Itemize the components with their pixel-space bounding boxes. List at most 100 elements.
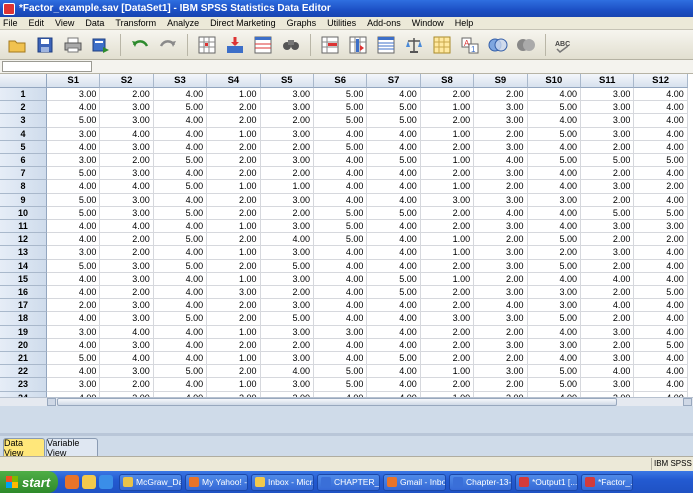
row-header[interactable]: 2 (0, 101, 47, 115)
data-cell[interactable]: 5.00 (47, 352, 101, 366)
data-cell[interactable]: 4.00 (314, 272, 368, 286)
data-cell[interactable]: 5.00 (367, 206, 421, 220)
row-header[interactable]: 6 (0, 154, 47, 168)
data-cell[interactable]: 4.00 (153, 246, 208, 260)
taskbar-button[interactable]: Gmail - Inbo... (383, 473, 446, 491)
data-cell[interactable]: 2.00 (581, 193, 635, 207)
row-header[interactable]: 10 (0, 206, 47, 220)
data-cell[interactable]: 3.00 (581, 246, 635, 260)
data-cell[interactable]: 4.00 (367, 325, 421, 339)
data-cell[interactable]: 3.00 (474, 114, 528, 128)
data-cell[interactable]: 5.00 (367, 154, 421, 168)
row-header[interactable]: 13 (0, 246, 47, 260)
data-cell[interactable]: 4.00 (153, 272, 208, 286)
data-cell[interactable]: 4.00 (367, 88, 421, 102)
menu-utilities[interactable]: Utilities (327, 18, 356, 28)
column-header-s6[interactable]: S6 (314, 74, 368, 88)
data-cell[interactable]: 5.00 (153, 154, 208, 168)
data-cell[interactable]: 4.00 (314, 180, 368, 194)
data-cell[interactable]: 2.00 (260, 167, 314, 181)
data-cell[interactable]: 4.00 (153, 378, 208, 392)
data-cell[interactable]: 2.00 (260, 206, 314, 220)
row-header[interactable]: 11 (0, 220, 47, 234)
data-cell[interactable]: 2.00 (260, 140, 314, 154)
data-cell[interactable]: 3.00 (474, 338, 528, 352)
taskbar-button[interactable]: *Factor_... (581, 473, 633, 491)
insert-cases-icon[interactable] (319, 34, 341, 56)
data-cell[interactable]: 4.00 (634, 365, 688, 379)
undo-icon[interactable] (129, 34, 151, 56)
data-cell[interactable]: 5.00 (367, 286, 421, 300)
cell-reference-input[interactable] (2, 61, 92, 72)
menu-transform[interactable]: Transform (115, 18, 156, 28)
data-cell[interactable]: 4.00 (314, 299, 368, 313)
data-cell[interactable]: 2.00 (100, 286, 154, 300)
row-header[interactable]: 5 (0, 140, 47, 154)
data-cell[interactable]: 3.00 (474, 286, 528, 300)
data-cell[interactable]: 3.00 (581, 127, 635, 141)
save-icon[interactable] (34, 34, 56, 56)
data-cell[interactable]: 4.00 (527, 325, 581, 339)
data-cell[interactable]: 4.00 (581, 299, 635, 313)
data-cell[interactable]: 3.00 (474, 312, 528, 326)
data-cell[interactable]: 2.00 (420, 338, 475, 352)
data-cell[interactable]: 1.00 (420, 246, 475, 260)
menu-graphs[interactable]: Graphs (287, 18, 317, 28)
row-header[interactable]: 22 (0, 365, 47, 379)
data-cell[interactable]: 3.00 (581, 180, 635, 194)
menu-analyze[interactable]: Analyze (167, 18, 199, 28)
row-header[interactable]: 21 (0, 352, 47, 366)
data-cell[interactable]: 3.00 (100, 272, 154, 286)
tab-variable-view[interactable]: Variable View (46, 438, 98, 458)
data-cell[interactable]: 2.00 (100, 154, 154, 168)
data-cell[interactable]: 2.00 (581, 167, 635, 181)
data-cell[interactable]: 5.00 (527, 378, 581, 392)
data-cell[interactable]: 3.00 (100, 167, 154, 181)
data-cell[interactable]: 5.00 (581, 154, 635, 168)
data-cell[interactable]: 5.00 (260, 259, 314, 273)
row-header[interactable]: 12 (0, 233, 47, 247)
data-cell[interactable]: 2.00 (474, 127, 528, 141)
data-cell[interactable]: 4.00 (527, 180, 581, 194)
select-cases-icon[interactable] (431, 34, 453, 56)
spell-check-icon[interactable]: ABC (554, 34, 576, 56)
data-cell[interactable]: 4.00 (367, 338, 421, 352)
column-header-s1[interactable]: S1 (47, 74, 101, 88)
data-cell[interactable]: 3.00 (47, 246, 101, 260)
data-cell[interactable]: 5.00 (47, 206, 101, 220)
data-cell[interactable]: 1.00 (420, 101, 475, 115)
data-cell[interactable]: 3.00 (260, 272, 314, 286)
data-cell[interactable]: 2.00 (581, 338, 635, 352)
data-cell[interactable]: 2.00 (207, 140, 261, 154)
data-cell[interactable]: 4.00 (314, 338, 368, 352)
data-cell[interactable]: 1.00 (420, 180, 475, 194)
data-cell[interactable]: 3.00 (420, 193, 475, 207)
row-header[interactable]: 14 (0, 259, 47, 273)
open-icon[interactable] (6, 34, 28, 56)
data-cell[interactable]: 2.00 (207, 101, 261, 115)
data-cell[interactable]: 1.00 (207, 246, 261, 260)
data-cell[interactable]: 4.00 (153, 325, 208, 339)
data-cell[interactable]: 5.00 (314, 88, 368, 102)
data-cell[interactable]: 4.00 (634, 127, 688, 141)
taskbar-button[interactable]: My Yahoo! -... (185, 473, 248, 491)
data-cell[interactable]: 2.00 (207, 338, 261, 352)
data-cell[interactable]: 4.00 (153, 140, 208, 154)
data-cell[interactable]: 5.00 (153, 180, 208, 194)
data-cell[interactable]: 3.00 (47, 127, 101, 141)
menu-edit[interactable]: Edit (29, 18, 45, 28)
data-cell[interactable]: 4.00 (153, 167, 208, 181)
data-cell[interactable]: 1.00 (260, 180, 314, 194)
menu-help[interactable]: Help (455, 18, 474, 28)
data-cell[interactable]: 5.00 (634, 286, 688, 300)
data-cell[interactable]: 4.00 (153, 352, 208, 366)
data-cell[interactable]: 3.00 (100, 206, 154, 220)
data-cell[interactable]: 4.00 (153, 220, 208, 234)
scroll-right-button[interactable] (683, 398, 692, 406)
data-cell[interactable]: 4.00 (47, 233, 101, 247)
row-header[interactable]: 19 (0, 325, 47, 339)
data-cell[interactable]: 3.00 (260, 193, 314, 207)
data-cell[interactable]: 2.00 (474, 88, 528, 102)
data-cell[interactable]: 4.00 (527, 352, 581, 366)
data-cell[interactable]: 5.00 (527, 312, 581, 326)
